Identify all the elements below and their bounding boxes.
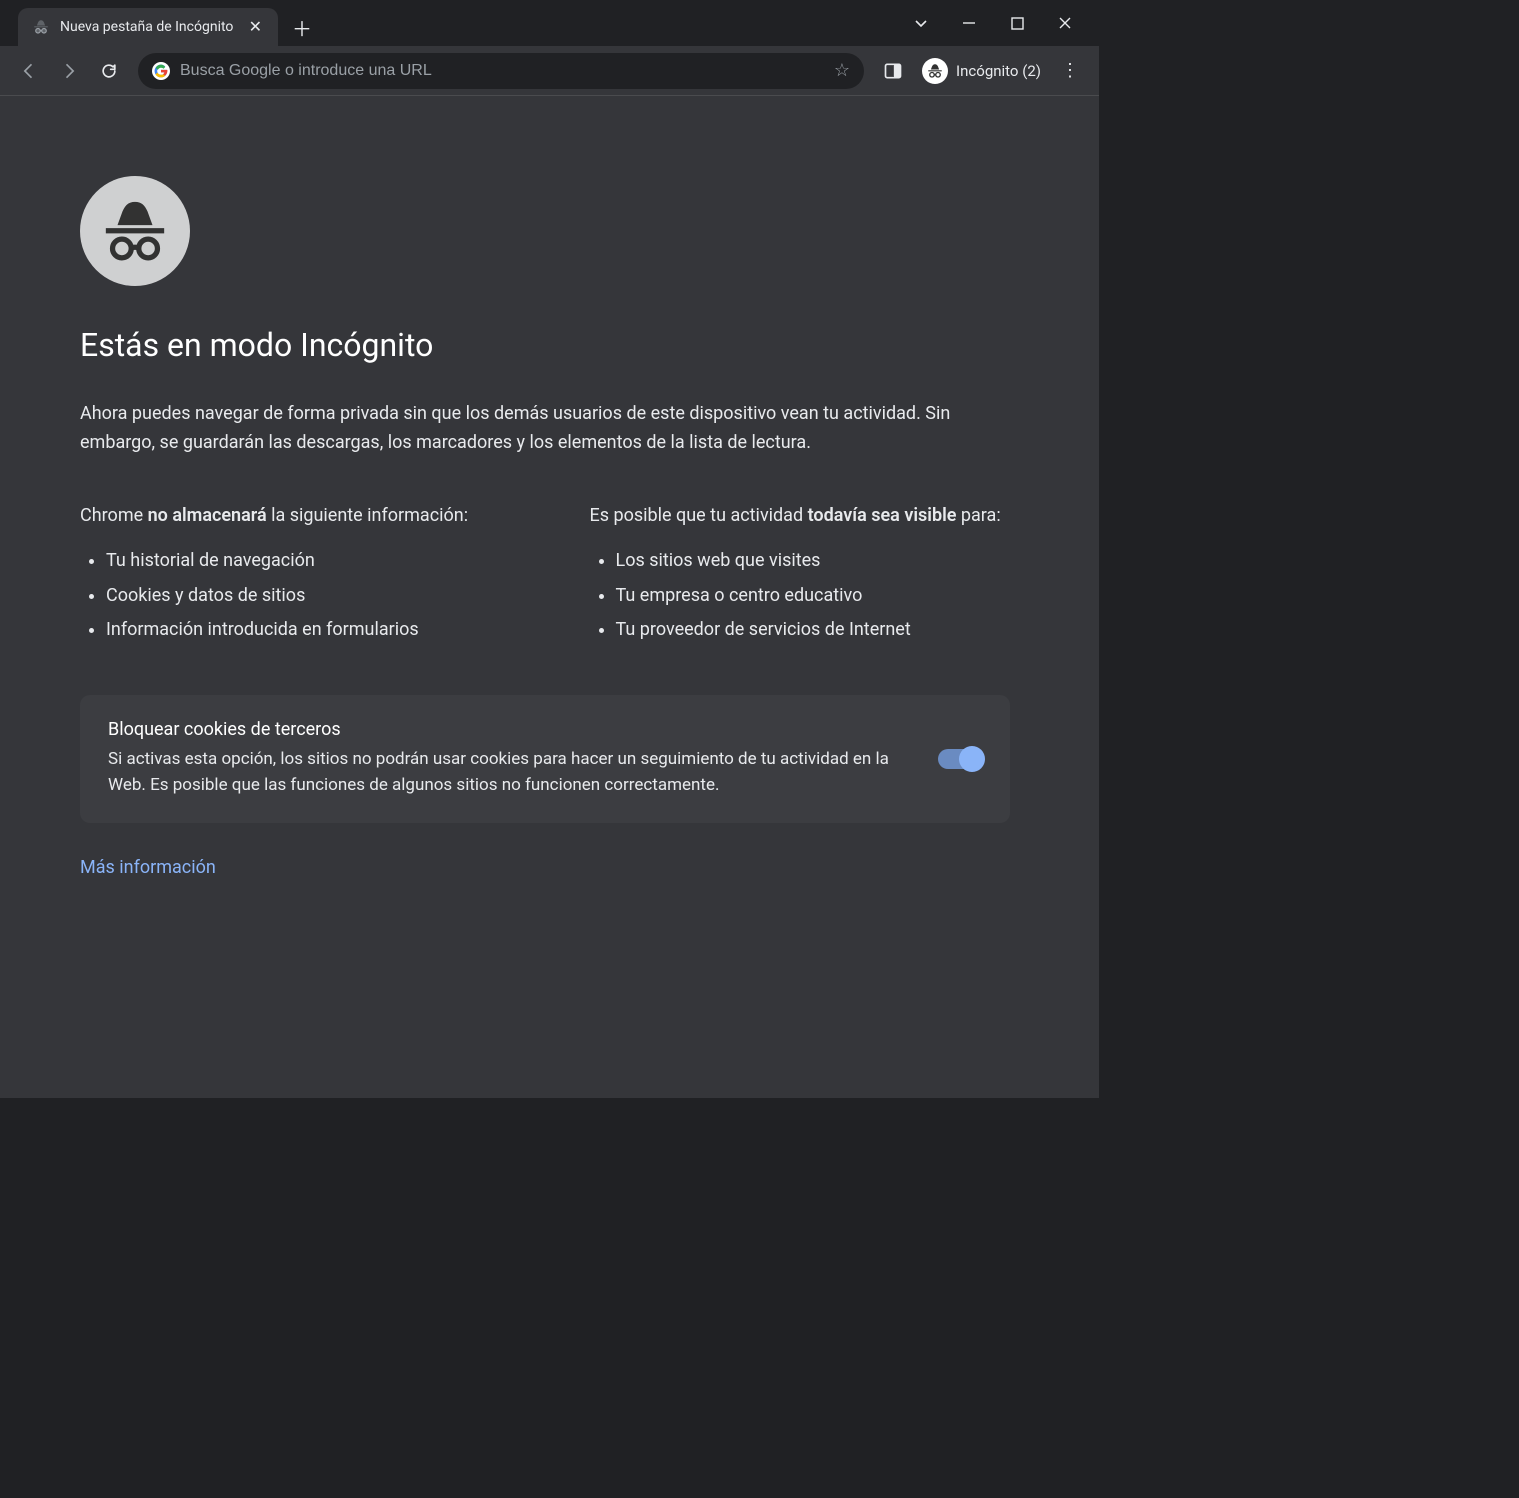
list-item: Cookies y datos de sitios (106, 579, 530, 613)
page-content: Estás en modo Incógnito Ahora puedes nav… (0, 96, 1099, 1098)
intro-text: Ahora puedes navegar de forma privada si… (80, 400, 1010, 458)
browser-tab[interactable]: Nueva pestaña de Incógnito ✕ (18, 8, 278, 46)
learn-more-link[interactable]: Más información (80, 857, 1039, 878)
incognito-indicator[interactable]: Incógnito (2) (916, 58, 1047, 84)
maximize-button[interactable] (1007, 13, 1027, 33)
bookmark-star-icon[interactable]: ☆ (834, 60, 850, 81)
column-still-visible: Es posible que tu actividad todavía sea … (590, 502, 1040, 647)
page-heading: Estás en modo Incógnito (80, 326, 1039, 364)
reload-button[interactable] (92, 54, 126, 88)
col-prefix: Chrome (80, 505, 148, 526)
col-suffix: la siguiente información: (267, 505, 468, 526)
omnibox[interactable]: ☆ (138, 53, 864, 89)
col-strong: no almacenará (148, 505, 267, 526)
column-title: Chrome no almacenará la siguiente inform… (80, 502, 530, 531)
col-suffix: para: (956, 505, 1000, 526)
chrome-menu-button[interactable]: ⋮ (1053, 54, 1087, 88)
titlebar: Nueva pestaña de Incógnito ✕ ＋ (0, 0, 1099, 46)
toolbar: ☆ Incógnito (2) ⋮ (0, 46, 1099, 96)
column-not-saved: Chrome no almacenará la siguiente inform… (80, 502, 530, 647)
info-columns: Chrome no almacenará la siguiente inform… (80, 502, 1039, 647)
cookie-box-desc: Si activas esta opción, los sitios no po… (108, 746, 908, 799)
list-item: Tu historial de navegación (106, 544, 530, 578)
address-input[interactable] (180, 62, 824, 80)
list-item: Tu empresa o centro educativo (616, 579, 1040, 613)
column-title: Es posible que tu actividad todavía sea … (590, 502, 1040, 531)
new-tab-button[interactable]: ＋ (278, 8, 326, 46)
col-prefix: Es posible que tu actividad (590, 505, 808, 526)
side-panel-button[interactable] (876, 54, 910, 88)
minimize-button[interactable] (959, 13, 979, 33)
forward-button[interactable] (52, 54, 86, 88)
col-strong: todavía sea visible (808, 505, 957, 526)
incognito-count-label: Incógnito (2) (956, 62, 1041, 80)
window-controls (911, 0, 1099, 46)
list-item: Información introducida en formularios (106, 613, 530, 647)
incognito-icon (32, 18, 50, 36)
tab-title: Nueva pestaña de Incógnito (60, 19, 235, 35)
block-cookies-toggle[interactable] (938, 749, 982, 769)
list-item: Tu proveedor de servicios de Internet (616, 613, 1040, 647)
google-icon (152, 62, 170, 80)
block-cookies-box: Bloquear cookies de terceros Si activas … (80, 695, 1010, 823)
incognito-icon (922, 58, 948, 84)
incognito-hero-icon (80, 176, 190, 286)
list-item: Los sitios web que visites (616, 544, 1040, 578)
back-button[interactable] (12, 54, 46, 88)
chevron-down-icon[interactable] (911, 13, 931, 33)
close-window-button[interactable] (1055, 13, 1075, 33)
close-tab-button[interactable]: ✕ (245, 15, 266, 39)
cookie-box-title: Bloquear cookies de terceros (108, 719, 908, 740)
